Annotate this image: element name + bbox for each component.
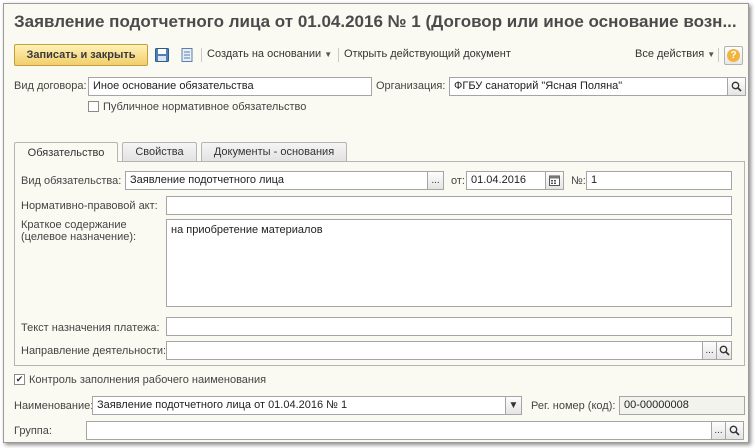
reg-number-label: Рег. номер (код): xyxy=(531,400,616,412)
number-label: №: xyxy=(571,175,586,187)
chevron-down-icon: ▼ xyxy=(707,50,716,59)
calendar-icon xyxy=(549,175,560,186)
help-button[interactable]: ? xyxy=(724,46,743,65)
tab-properties[interactable]: Свойства xyxy=(122,142,197,161)
dropdown-arrow-icon: ▼ xyxy=(508,399,519,411)
name-dropdown-button[interactable]: ▼ xyxy=(505,396,522,415)
summary-textarea[interactable]: на приобретение материалов xyxy=(166,219,732,307)
public-obligation-checkbox[interactable] xyxy=(88,101,99,112)
chevron-down-icon: ▼ xyxy=(324,50,333,59)
obligation-type-label: Вид обязательства: xyxy=(21,175,122,187)
legal-act-label: Нормативно-правовой акт: xyxy=(21,200,158,212)
name-control-label: Контроль заполнения рабочего наименовани… xyxy=(29,374,267,386)
calendar-button[interactable] xyxy=(545,171,564,190)
save-icon[interactable] xyxy=(154,47,170,63)
save-and-close-button[interactable]: Записать и закрыть xyxy=(14,44,148,66)
window-title: Заявление подотчетного лица от 01.04.201… xyxy=(14,12,737,31)
summary-label-line-1: Краткое содержание xyxy=(21,219,127,231)
group-field[interactable] xyxy=(86,421,712,440)
obligation-type-select-button[interactable]: ... xyxy=(427,171,444,190)
document-window: Заявление подотчетного лица от 01.04.201… xyxy=(3,3,749,443)
toolbar-separator xyxy=(338,48,339,62)
tab-obligation[interactable]: Обязательство xyxy=(14,142,118,162)
obligation-type-field[interactable]: Заявление подотчетного лица xyxy=(125,171,428,190)
search-icon xyxy=(719,345,730,356)
tab-base-documents[interactable]: Документы - основания xyxy=(201,142,347,161)
name-control-checkbox[interactable]: ✔ xyxy=(14,374,25,385)
toolbar-separator xyxy=(201,48,202,62)
name-label: Наименование: xyxy=(14,400,94,412)
legal-act-field[interactable] xyxy=(166,196,732,215)
payment-text-field[interactable] xyxy=(166,317,732,336)
number-field[interactable]: 1 xyxy=(586,171,732,190)
contract-type-label: Вид договора: xyxy=(14,80,87,92)
organization-search-button[interactable] xyxy=(727,77,746,96)
create-based-on-label: Создать на основании xyxy=(207,48,322,60)
all-actions-label: Все действия xyxy=(635,48,705,60)
name-field[interactable]: Заявление подотчетного лица от 01.04.201… xyxy=(92,396,506,415)
search-icon xyxy=(729,425,740,436)
activity-direction-select-button[interactable]: ... xyxy=(702,341,717,360)
open-current-document-button[interactable]: Открыть действующий документ xyxy=(344,48,511,60)
summary-label-line-2: (целевое назначение): xyxy=(21,231,137,243)
date-label: от: xyxy=(451,175,465,187)
search-icon xyxy=(731,81,742,92)
group-search-button[interactable] xyxy=(725,421,744,440)
document-list-icon[interactable] xyxy=(179,47,195,63)
all-actions-menu[interactable]: Все действия ▼ xyxy=(635,48,715,60)
reg-number-field[interactable]: 00-00000008 xyxy=(619,396,745,415)
toolbar-separator xyxy=(718,48,719,62)
payment-text-label: Текст назначения платежа: xyxy=(21,322,160,334)
create-based-on-menu[interactable]: Создать на основании ▼ xyxy=(207,48,332,60)
date-field[interactable]: 01.04.2016 xyxy=(466,171,546,190)
contract-type-field[interactable]: Иное основание обязательства xyxy=(88,77,372,96)
organization-field[interactable]: ФГБУ санаторий "Ясная Поляна" xyxy=(449,77,728,96)
activity-direction-label: Направление деятельности: xyxy=(21,345,167,357)
group-label: Группа: xyxy=(14,425,52,437)
group-select-button[interactable]: ... xyxy=(711,421,726,440)
organization-label: Организация: xyxy=(376,80,446,92)
activity-direction-search-button[interactable] xyxy=(716,341,732,360)
help-icon: ? xyxy=(727,49,740,62)
activity-direction-field[interactable] xyxy=(166,341,703,360)
public-obligation-label: Публичное нормативное обязательство xyxy=(103,101,307,113)
